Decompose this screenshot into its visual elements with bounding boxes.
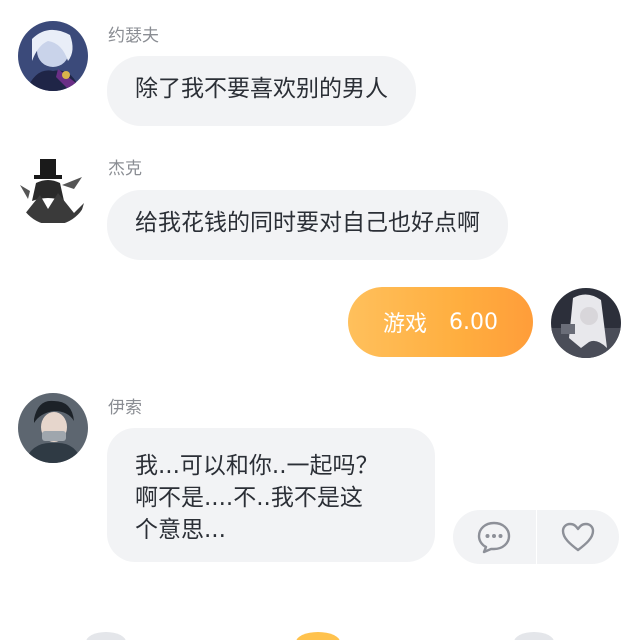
- chat-screen: 约瑟夫 除了我不要喜欢别的男人 杰克 给我花钱的同时要对自己也好点啊 游戏 6.…: [0, 0, 640, 640]
- like-button[interactable]: [537, 510, 620, 564]
- message-line: 个意思...: [135, 517, 226, 543]
- message-bubble[interactable]: 给我花钱的同时要对自己也好点啊: [107, 190, 508, 260]
- gift-bubble[interactable]: 游戏 6.00: [348, 287, 533, 357]
- avatar-self[interactable]: [551, 288, 621, 358]
- message-bubble[interactable]: 除了我不要喜欢别的男人: [107, 56, 416, 126]
- bottom-nav-item[interactable]: [514, 632, 554, 640]
- message-line: 啊不是....不..我不是这: [135, 485, 363, 511]
- heart-icon: [561, 522, 594, 552]
- message-actions: [453, 510, 619, 564]
- gift-label: 游戏: [383, 312, 428, 337]
- bottom-nav-center-button[interactable]: [296, 632, 340, 640]
- message-line: 我...可以和你..一起吗？: [135, 453, 379, 479]
- sender-name: 约瑟夫: [108, 26, 159, 46]
- message-bubble[interactable]: 我...可以和你..一起吗？ 啊不是....不..我不是这 个意思...: [107, 428, 435, 562]
- comment-icon: [478, 521, 511, 554]
- sender-name: 杰克: [108, 159, 142, 179]
- avatar-joseph[interactable]: [18, 21, 88, 91]
- sender-name: 伊索: [108, 398, 142, 418]
- comment-button[interactable]: [453, 510, 536, 564]
- gift-amount: 6.00: [449, 309, 498, 335]
- avatar-aesop[interactable]: [18, 393, 88, 463]
- bottom-nav-item[interactable]: [86, 632, 126, 640]
- avatar-jack[interactable]: [18, 155, 88, 225]
